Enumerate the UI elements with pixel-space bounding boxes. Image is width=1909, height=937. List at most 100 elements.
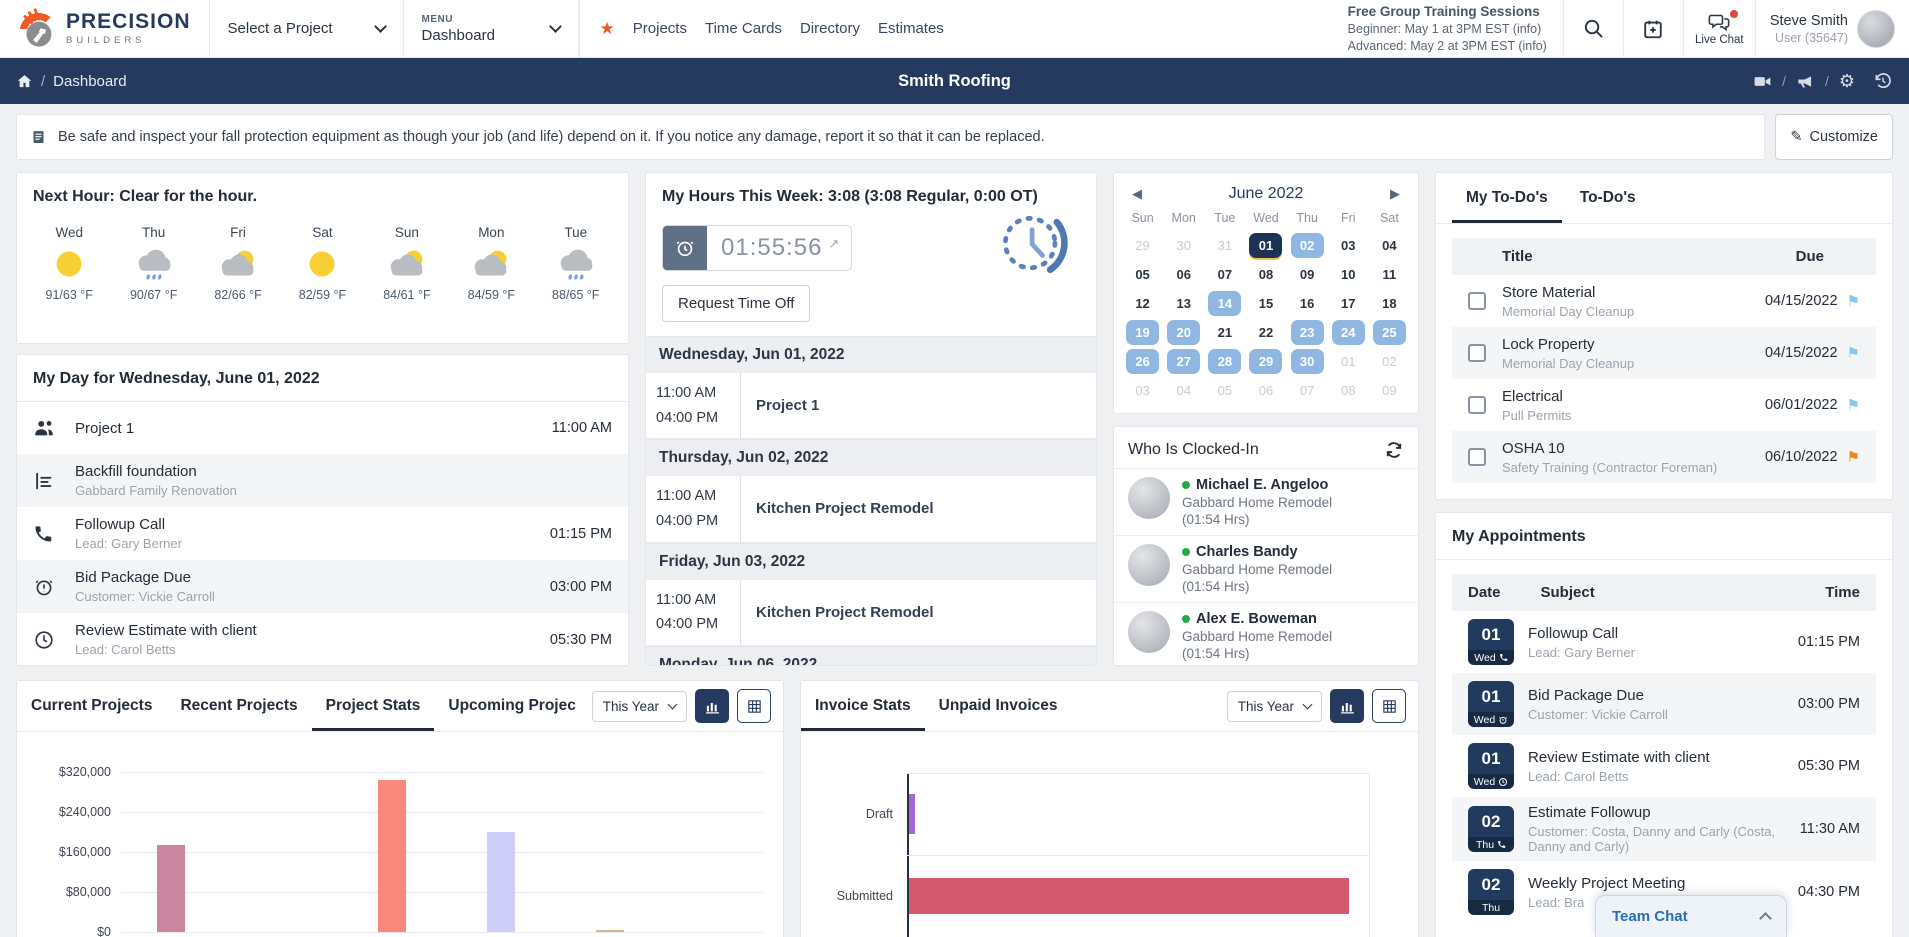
bar[interactable] — [909, 878, 1349, 914]
calendar-day[interactable]: 19 — [1122, 319, 1163, 345]
clocked-in-person[interactable]: Charles BandyGabbard Home Remodel(01:54 … — [1114, 535, 1418, 602]
calendar-day[interactable]: 25 — [1369, 319, 1410, 345]
projects-date-range-select[interactable]: This Year — [592, 691, 687, 722]
calendar-day[interactable]: 02 — [1287, 232, 1328, 258]
gear-icon[interactable]: ⚙ — [1839, 72, 1855, 90]
calendar-day[interactable]: 20 — [1163, 319, 1204, 345]
calendar-day[interactable]: 29 — [1245, 348, 1286, 374]
project-selector[interactable]: Select a Project — [209, 0, 403, 57]
tab-upcoming-projec[interactable]: Upcoming Projec — [434, 681, 589, 731]
calendar-day[interactable]: 09 — [1369, 377, 1410, 403]
nav-link-estimates[interactable]: Estimates — [878, 20, 944, 37]
team-chat-bar[interactable]: Team Chat — [1595, 895, 1787, 937]
request-time-off-button[interactable]: Request Time Off — [662, 285, 810, 322]
calendar-day[interactable]: 08 — [1245, 261, 1286, 287]
invoices-table-view-button[interactable] — [1372, 689, 1406, 723]
my-day-item[interactable]: Backfill foundationGabbard Family Renova… — [17, 454, 628, 507]
schedule-row[interactable]: 11:00 AM04:00 PMKitchen Project Remodel — [646, 476, 1096, 542]
tab-to-do-s[interactable]: To-Do's — [1566, 173, 1650, 223]
appointment-item[interactable]: 01WedReview Estimate with clientLead: Ca… — [1452, 735, 1876, 797]
projects-chart-view-button[interactable] — [695, 689, 729, 723]
calendar-day[interactable]: 05 — [1122, 261, 1163, 287]
calendar-add-button[interactable] — [1623, 0, 1683, 57]
clocked-in-person[interactable]: Michael E. AngelooGabbard Home Remodel(0… — [1114, 468, 1418, 535]
calendar-day[interactable]: 26 — [1122, 348, 1163, 374]
calendar-day[interactable]: 31 — [1204, 232, 1245, 258]
projects-table-view-button[interactable] — [737, 689, 771, 723]
breadcrumb-page[interactable]: Dashboard — [53, 73, 126, 90]
appointment-item[interactable]: 01WedFollowup CallLead: Gary Berner01:15… — [1452, 611, 1876, 673]
search-button[interactable] — [1563, 0, 1623, 57]
calendar-day[interactable]: 27 — [1163, 348, 1204, 374]
todo-item[interactable]: Store MaterialMemorial Day Cleanup04/15/… — [1452, 275, 1876, 327]
user-menu[interactable]: Steve Smith User (35647) — [1755, 0, 1909, 57]
todo-item[interactable]: OSHA 10Safety Training (Contractor Forem… — [1452, 431, 1876, 483]
calendar-day[interactable]: 18 — [1369, 290, 1410, 316]
appointment-item[interactable]: 01WedBid Package DueCustomer: Vickie Car… — [1452, 673, 1876, 735]
favorite-star-icon[interactable]: ★ — [600, 19, 615, 39]
my-day-item[interactable]: Project 111:00 AM — [17, 402, 628, 454]
tab-current-projects[interactable]: Current Projects — [17, 681, 166, 731]
calendar-day[interactable]: 04 — [1369, 232, 1410, 258]
calendar-day[interactable]: 06 — [1163, 261, 1204, 287]
my-day-item[interactable]: Review Estimate with clientLead: Carol B… — [17, 613, 628, 666]
calendar-prev-icon[interactable]: ◀ — [1132, 186, 1142, 202]
customize-button[interactable]: ✎ Customize — [1775, 114, 1893, 160]
video-button[interactable] — [1753, 72, 1772, 91]
calendar-day[interactable]: 02 — [1369, 348, 1410, 374]
invoices-chart-view-button[interactable] — [1330, 689, 1364, 723]
calendar-day[interactable]: 28 — [1204, 348, 1245, 374]
calendar-day[interactable]: 07 — [1287, 377, 1328, 403]
calendar-day[interactable]: 21 — [1204, 319, 1245, 345]
bar[interactable] — [487, 832, 515, 932]
bar[interactable] — [909, 794, 915, 834]
calendar-day[interactable]: 06 — [1245, 377, 1286, 403]
bar[interactable] — [157, 845, 185, 933]
calendar-day[interactable]: 10 — [1328, 261, 1369, 287]
tab-unpaid-invoices[interactable]: Unpaid Invoices — [925, 681, 1072, 731]
todo-checkbox[interactable] — [1468, 448, 1486, 466]
menu-selector[interactable]: MENU Dashboard — [403, 0, 579, 57]
my-day-item[interactable]: Bid Package DueCustomer: Vickie Carroll0… — [17, 560, 628, 613]
todo-checkbox[interactable] — [1468, 344, 1486, 362]
nav-link-directory[interactable]: Directory — [800, 20, 860, 37]
calendar-day[interactable]: 04 — [1163, 377, 1204, 403]
training-sessions-note[interactable]: Free Group Training Sessions Beginner: M… — [1332, 0, 1563, 57]
invoices-date-range-select[interactable]: This Year — [1227, 691, 1322, 722]
calendar-day[interactable]: 08 — [1328, 377, 1369, 403]
tab-project-stats[interactable]: Project Stats — [312, 681, 435, 731]
calendar-day[interactable]: 01 — [1245, 232, 1286, 258]
calendar-day[interactable]: 11 — [1369, 261, 1410, 287]
tab-recent-projects[interactable]: Recent Projects — [166, 681, 311, 731]
history-button[interactable] — [1873, 71, 1893, 91]
nav-link-projects[interactable]: Projects — [633, 20, 687, 37]
calendar-day[interactable]: 01 — [1328, 348, 1369, 374]
calendar-day[interactable]: 17 — [1328, 290, 1369, 316]
schedule-row[interactable]: 11:00 AM04:00 PMKitchen Project Remodel — [646, 580, 1096, 646]
clocked-in-person[interactable]: Alex E. BowemanGabbard Home Remodel(01:5… — [1114, 602, 1418, 666]
live-chat-button[interactable]: Live Chat — [1683, 0, 1755, 57]
bar[interactable] — [378, 780, 406, 933]
calendar-day[interactable]: 12 — [1122, 290, 1163, 316]
home-icon[interactable] — [16, 73, 33, 90]
expand-arrow-icon[interactable]: ↗ — [828, 226, 851, 270]
calendar-day[interactable]: 03 — [1122, 377, 1163, 403]
nav-link-time-cards[interactable]: Time Cards — [705, 20, 782, 37]
calendar-day[interactable]: 07 — [1204, 261, 1245, 287]
tab-my-to-do-s[interactable]: My To-Do's — [1452, 173, 1562, 223]
calendar-day[interactable]: 29 — [1122, 232, 1163, 258]
calendar-day[interactable]: 22 — [1245, 319, 1286, 345]
calendar-next-icon[interactable]: ▶ — [1390, 186, 1400, 202]
todo-item[interactable]: ElectricalPull Permits06/01/2022⚑ — [1452, 379, 1876, 431]
calendar-day[interactable]: 09 — [1287, 261, 1328, 287]
calendar-day[interactable]: 15 — [1245, 290, 1286, 316]
appointment-item[interactable]: 02ThuEstimate FollowupCustomer: Costa, D… — [1452, 797, 1876, 861]
calendar-day[interactable]: 30 — [1287, 348, 1328, 374]
todo-item[interactable]: Lock PropertyMemorial Day Cleanup04/15/2… — [1452, 327, 1876, 379]
calendar-day[interactable]: 16 — [1287, 290, 1328, 316]
calendar-day[interactable]: 13 — [1163, 290, 1204, 316]
schedule-row[interactable]: 11:00 AM04:00 PMProject 1 — [646, 373, 1096, 439]
announcements-button[interactable] — [1796, 72, 1815, 91]
todo-checkbox[interactable] — [1468, 396, 1486, 414]
todo-checkbox[interactable] — [1468, 292, 1486, 310]
